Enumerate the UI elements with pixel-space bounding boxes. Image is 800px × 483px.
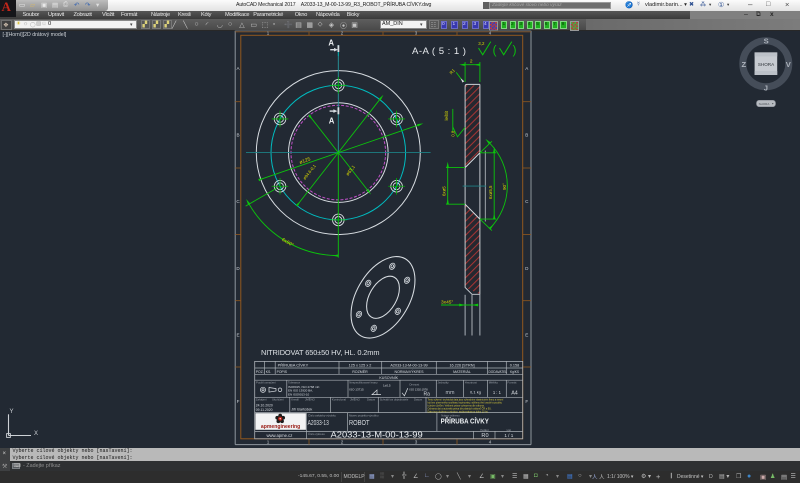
svg-text:ISO 13715: ISO 13715 [349, 387, 364, 391]
svg-text:Schválil za objednatele: Schválil za objednatele [380, 398, 409, 402]
svg-text:3: 3 [415, 440, 418, 445]
svg-text:Hmotnost: Hmotnost [465, 381, 477, 385]
svg-text:Drsnost: Drsnost [410, 383, 420, 387]
svg-text:Měřítko: Měřítko [489, 381, 499, 385]
svg-text:09.11.2020: 09.11.2020 [256, 408, 273, 412]
svg-text:ø94,6-0,1: ø94,6-0,1 [302, 163, 317, 181]
svg-text:Kreslil: Kreslil [291, 398, 299, 402]
svg-text:Datum: Datum [414, 398, 423, 402]
svg-text:J: J [764, 84, 768, 93]
svg-text:A: A [328, 39, 334, 48]
svg-text:SHORA: SHORA [758, 62, 775, 67]
svg-text:Nespecifikované hrany: Nespecifikované hrany [349, 381, 378, 385]
svg-text:2: 2 [470, 58, 473, 64]
svg-text:www.apme.cz: www.apme.cz [266, 433, 292, 438]
svg-text:Vydání: Vydání [480, 428, 489, 432]
svg-text:1: 1 [267, 440, 270, 445]
svg-text:A2033-13-M-00-13-99: A2033-13-M-00-13-99 [390, 363, 427, 367]
svg-text:0.158: 0.158 [510, 363, 520, 367]
svg-text:Formát: Formát [508, 381, 517, 385]
svg-text:mm: mm [446, 390, 455, 396]
svg-text:0,8: 0,8 [450, 130, 455, 136]
svg-text:POPIS: POPIS [277, 370, 288, 374]
svg-text:0,1 kg: 0,1 kg [470, 389, 481, 394]
svg-text:): ) [513, 45, 517, 57]
svg-text:Jiří Bartošek: Jiří Bartošek [291, 408, 312, 412]
svg-text:Jednotky: Jednotky [438, 381, 450, 385]
svg-text:POZ.: POZ. [256, 370, 264, 374]
svg-text:C: C [525, 199, 529, 204]
svg-text:Datum: Datum [367, 398, 376, 402]
svg-text:E: E [236, 333, 239, 338]
svg-text:A: A [329, 116, 335, 125]
svg-text:C: C [236, 199, 240, 204]
svg-text:4: 4 [489, 440, 492, 445]
svg-text:16.226 [STRN]: 16.226 [STRN] [449, 363, 474, 367]
svg-text:JMÉNO: JMÉNO [350, 397, 361, 402]
svg-text:Kg/KS: Kg/KS [510, 370, 519, 374]
svg-text:DODAVATEL: DODAVATEL [489, 370, 508, 374]
svg-text:List: List [507, 428, 512, 432]
svg-text:Číslo zakázky-výrobku: Číslo zakázky-výrobku [308, 412, 336, 417]
svg-text:D: D [525, 266, 529, 271]
svg-text:S: S [764, 36, 769, 45]
svg-text:A-A ( 5 : 1 ): A-A ( 5 : 1 ) [412, 46, 466, 57]
svg-text:EN ISO9013-10: EN ISO9013-10 [288, 392, 310, 396]
svg-text:KS.: KS. [266, 370, 272, 374]
svg-text:X: X [34, 431, 38, 437]
svg-text:3x45°: 3x45° [441, 299, 453, 305]
svg-text:A2033-13-M-00-13-99: A2033-13-M-00-13-99 [331, 430, 423, 440]
svg-text:Ra: Ra [424, 391, 431, 397]
svg-text:leštit: leštit [444, 110, 449, 120]
svg-text:1 / 1: 1 / 1 [504, 433, 513, 438]
svg-text:Kontroloval: Kontroloval [332, 398, 346, 402]
svg-text:125 x 125 x 2: 125 x 125 x 2 [349, 363, 372, 367]
svg-text:1 : 1: 1 : 1 [493, 390, 502, 395]
svg-text:E: E [525, 333, 528, 338]
svg-text:apmengineering: apmengineering [261, 424, 300, 430]
svg-text:Z: Z [741, 60, 746, 69]
svg-text:ø63,1: ø63,1 [345, 164, 356, 177]
svg-text:2: 2 [341, 440, 344, 445]
svg-text:R1: R1 [449, 67, 457, 75]
svg-text:A4: A4 [511, 390, 518, 396]
svg-text:MATERIÁL: MATERIÁL [453, 370, 471, 374]
svg-text:F: F [237, 399, 240, 404]
svg-text:PŘÍRUBA CÍVKY: PŘÍRUBA CÍVKY [278, 362, 309, 367]
svg-text:B: B [525, 133, 528, 138]
svg-text:A2033-13: A2033-13 [308, 418, 329, 427]
svg-text:3,2: 3,2 [478, 41, 485, 46]
svg-text:1±0,5: 1±0,5 [383, 384, 391, 388]
svg-text:PŘÍRUBA CÍVKY: PŘÍRUBA CÍVKY [441, 417, 489, 426]
svg-text:90°: 90° [502, 183, 507, 190]
svg-text:ROZMĚR: ROZMĚR [352, 369, 368, 374]
svg-text:F: F [525, 399, 528, 404]
svg-text:SHORA: SHORA [759, 102, 770, 106]
svg-text:Číslo výkresu: Číslo výkresu [308, 431, 325, 436]
svg-text:(: ( [493, 45, 497, 57]
svg-text:A: A [525, 66, 529, 71]
svg-text:ROBOT: ROBOT [349, 418, 370, 427]
svg-text:6x60°: 6x60° [281, 237, 295, 248]
svg-text:24.10.2020: 24.10.2020 [256, 404, 273, 408]
svg-text:NORMA/VÝKRES: NORMA/VÝKRES [395, 370, 425, 374]
svg-text:KUSOVNÍK: KUSOVNÍK [379, 376, 398, 380]
svg-text:Název projektu-výrobku: Název projektu-výrobku [349, 413, 379, 417]
svg-text:6xø5: 6xø5 [441, 186, 446, 196]
svg-text:D: D [236, 266, 240, 271]
svg-text:Zahájení: Zahájení [256, 398, 267, 402]
svg-text:A: A [236, 66, 240, 71]
svg-text:Ukoňčení: Ukoňčení [272, 398, 284, 402]
svg-text:Použil označení: Použil označení [256, 381, 276, 385]
svg-text:Y: Y [10, 409, 14, 415]
svg-text:B: B [236, 133, 239, 138]
svg-text:R0: R0 [481, 433, 488, 439]
svg-text:NITRIDOVAT 650±50 HV, HL. 0.2m: NITRIDOVAT 650±50 HV, HL. 0.2mm [261, 348, 379, 357]
svg-text:6xø5,5: 6xø5,5 [488, 185, 493, 199]
svg-text:JMÉNO: JMÉNO [305, 397, 316, 402]
